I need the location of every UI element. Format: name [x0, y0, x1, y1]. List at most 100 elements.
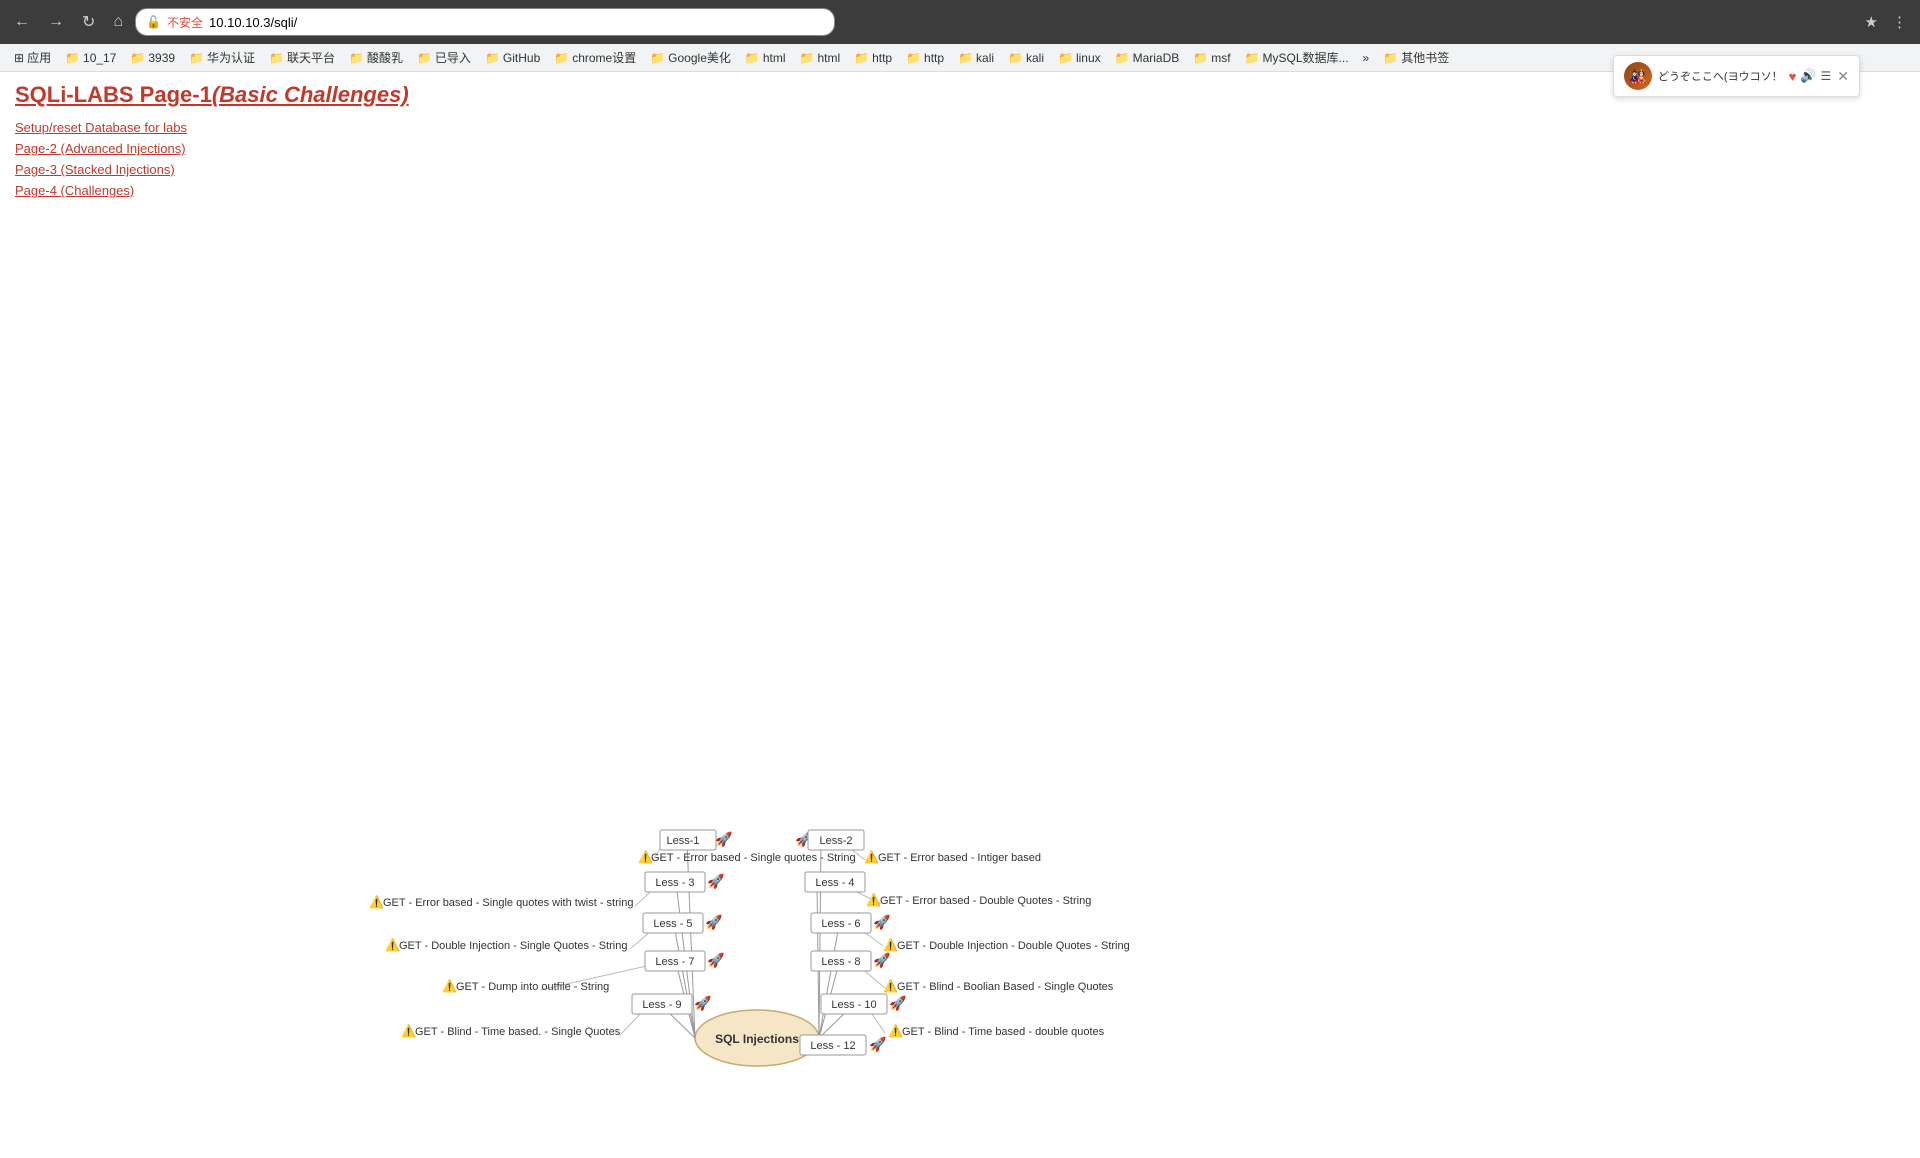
notification-widget: 🎎 どうぞここへ(ヨウコソ！ ♥ 🔊 ☰ ✕ [1613, 55, 1860, 97]
folder-icon-http2: 📁 [906, 51, 921, 65]
browser-chrome: ← → ↻ ⌂ 🔓 不安全 10.10.10.3/sqli/ ★ ⋮ [0, 0, 1920, 44]
browser-menu[interactable]: ⋮ [1887, 10, 1912, 34]
mindmap-container: SQL Injections [15, 498, 1915, 1148]
bookmark-more[interactable]: » [1357, 49, 1376, 67]
folder-icon-others: 📁 [1383, 51, 1398, 65]
bookmark-kali1[interactable]: 📁 kali [952, 49, 1000, 67]
folder-icon-msf: 📁 [1193, 51, 1208, 65]
bookmark-acid-label: 酸酸乳 [367, 49, 403, 66]
bookmark-google[interactable]: 📁 Google美化 [644, 47, 737, 68]
svg-text:GET - Error based - Single quo: GET - Error based - Single quotes with t… [383, 897, 633, 909]
svg-text:GET - Dump into outfile - Stri: GET - Dump into outfile - String [456, 981, 609, 993]
svg-text:GET - Error based - Double Quo: GET - Error based - Double Quotes - Stri… [880, 895, 1091, 907]
bookmark-huawei-label: 华为认证 [207, 49, 255, 66]
menu-icon: ☰ [1821, 69, 1832, 83]
svg-text:Less - 5: Less - 5 [653, 918, 692, 930]
folder-icon-html2: 📁 [800, 51, 815, 65]
nav-links: Setup/reset Database for labs Page-2 (Ad… [15, 120, 1905, 198]
page4-link[interactable]: Page-4 (Challenges) [15, 183, 1905, 198]
bookmark-html1-label: html [763, 51, 786, 65]
setup-link[interactable]: Setup/reset Database for labs [15, 120, 1905, 135]
bookmark-star[interactable]: ★ [1860, 10, 1883, 34]
svg-text:Less - 4: Less - 4 [815, 877, 854, 889]
bookmark-chrome-label: chrome设置 [572, 49, 636, 66]
bookmark-http2-label: http [924, 51, 944, 65]
bookmark-github[interactable]: 📁 GitHub [479, 49, 546, 67]
svg-text:Less - 9: Less - 9 [642, 999, 681, 1011]
folder-icon-html1: 📁 [745, 51, 760, 65]
notification-icons: ♥ 🔊 ☰ [1789, 68, 1832, 84]
svg-text:Less - 8: Less - 8 [821, 956, 860, 968]
bookmark-http1[interactable]: 📁 http [848, 49, 898, 67]
bookmark-import[interactable]: 📁 已导入 [411, 47, 477, 68]
folder-icon-google: 📁 [650, 51, 665, 65]
svg-text:🚀: 🚀 [705, 914, 723, 931]
back-button[interactable]: ← [8, 9, 36, 35]
refresh-button[interactable]: ↻ [76, 8, 101, 36]
bookmark-msf[interactable]: 📁 msf [1187, 49, 1236, 67]
svg-text:GET - Blind - Boolian Based -: GET - Blind - Boolian Based - Single Quo… [897, 981, 1114, 993]
page-title-prefix: SQLi-LABS Page-1 [15, 82, 212, 107]
bookmark-html2[interactable]: 📁 html [794, 49, 847, 67]
bookmark-mariadb[interactable]: 📁 MariaDB [1109, 49, 1186, 67]
bookmark-acid[interactable]: 📁 酸酸乳 [343, 47, 409, 68]
bookmark-http2[interactable]: 📁 http [900, 49, 950, 67]
page2-link[interactable]: Page-2 (Advanced Injections) [15, 141, 1905, 156]
forward-button[interactable]: → [42, 9, 70, 35]
folder-icon-github: 📁 [485, 51, 500, 65]
bookmark-3939-label: 3939 [148, 51, 175, 65]
page3-link[interactable]: Page-3 (Stacked Injections) [15, 162, 1905, 177]
svg-text:🚀: 🚀 [715, 831, 733, 848]
bookmark-kali2[interactable]: 📁 kali [1002, 49, 1050, 67]
svg-text:GET - Double Injection - Doubl: GET - Double Injection - Double Quotes -… [897, 940, 1130, 952]
notification-close-button[interactable]: ✕ [1837, 68, 1849, 85]
svg-text:🚀: 🚀 [694, 995, 712, 1012]
bookmark-mysql-label: MySQL数据库... [1263, 49, 1349, 66]
svg-text:⚠️: ⚠️ [385, 938, 400, 952]
bookmark-mariadb-label: MariaDB [1133, 51, 1180, 65]
bookmark-1017[interactable]: 📁 10_17 [59, 49, 122, 67]
protocol-warning: 不安全 [167, 14, 203, 31]
svg-text:⚠️: ⚠️ [401, 1024, 416, 1038]
bookmark-github-label: GitHub [503, 51, 540, 65]
bookmark-apps[interactable]: ⊞ 应用 [8, 47, 57, 68]
bookmark-others-label: 其他书签 [1401, 49, 1449, 66]
page-content: SQLi-LABS Page-1(Basic Challenges) Setup… [0, 72, 1920, 1158]
bookmark-apps-label: 应用 [27, 49, 51, 66]
bookmark-3939[interactable]: 📁 3939 [124, 49, 181, 67]
bookmark-linux[interactable]: 📁 linux [1052, 49, 1107, 67]
svg-text:🚀: 🚀 [873, 952, 891, 969]
apps-grid-icon: ⊞ [14, 51, 24, 65]
svg-text:🚀: 🚀 [889, 995, 907, 1012]
folder-icon-acid: 📁 [349, 51, 364, 65]
folder-icon-kali2: 📁 [1008, 51, 1023, 65]
home-button[interactable]: ⌂ [107, 9, 129, 35]
svg-text:SQL Injections: SQL Injections [715, 1032, 799, 1046]
svg-text:⚠️: ⚠️ [442, 979, 457, 993]
bookmark-liantian[interactable]: 📁 联天平台 [263, 47, 341, 68]
svg-text:Less-1: Less-1 [666, 835, 699, 847]
security-icon: 🔓 [146, 15, 161, 29]
bookmark-huawei[interactable]: 📁 华为认证 [183, 47, 261, 68]
bookmark-html2-label: html [817, 51, 840, 65]
notification-avatar: 🎎 [1624, 62, 1652, 90]
bookmark-linux-label: linux [1076, 51, 1101, 65]
svg-text:Less - 7: Less - 7 [655, 956, 694, 968]
svg-text:GET - Blind - Time based - dou: GET - Blind - Time based - double quotes [902, 1026, 1105, 1038]
bookmark-chrome-settings[interactable]: 📁 chrome设置 [548, 47, 642, 68]
folder-icon-huawei: 📁 [189, 51, 204, 65]
svg-text:🚀: 🚀 [873, 914, 891, 931]
svg-text:⚠️: ⚠️ [888, 1024, 903, 1038]
bookmark-others[interactable]: 📁 其他书签 [1377, 47, 1455, 68]
folder-icon-mysql: 📁 [1245, 51, 1260, 65]
address-bar[interactable]: 🔓 不安全 10.10.10.3/sqli/ [135, 8, 835, 36]
bookmark-kali2-label: kali [1026, 51, 1044, 65]
bookmark-html1[interactable]: 📁 html [739, 49, 792, 67]
bookmark-mysql[interactable]: 📁 MySQL数据库... [1239, 47, 1355, 68]
bookmark-http1-label: http [872, 51, 892, 65]
svg-text:Less - 6: Less - 6 [821, 918, 860, 930]
bookmark-liantian-label: 联天平台 [287, 49, 335, 66]
svg-text:🚀: 🚀 [707, 952, 725, 969]
folder-icon-mariadb: 📁 [1115, 51, 1130, 65]
heart-icon: ♥ [1789, 69, 1797, 84]
